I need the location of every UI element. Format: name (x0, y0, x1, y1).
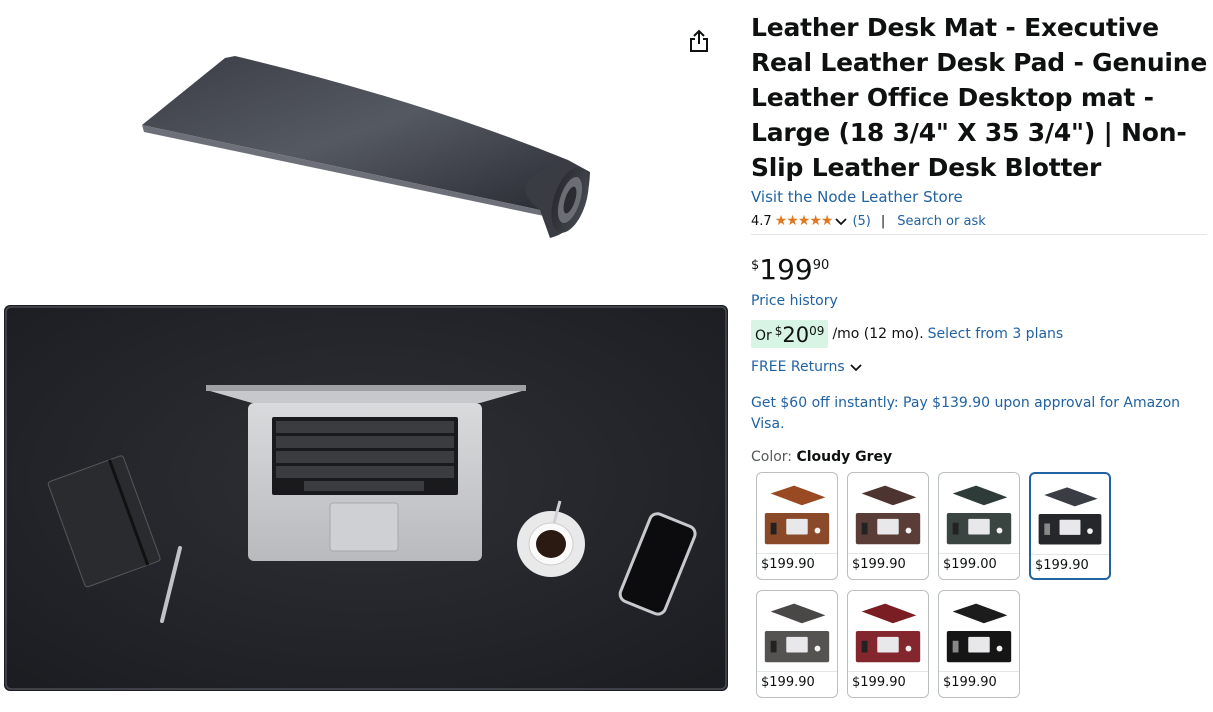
price-whole: 199 (759, 253, 813, 286)
swatch-divider (939, 553, 1019, 554)
share-icon (690, 29, 708, 52)
separator: | (880, 213, 886, 229)
color-swatch[interactable]: $199.90 (938, 590, 1020, 698)
installment-symbol: $ (774, 324, 783, 338)
color-swatch[interactable]: $199.00 (938, 472, 1020, 580)
rating-value: 4.7 (751, 213, 772, 229)
swatch-thumbnail (946, 485, 1012, 545)
swatch-price: $199.90 (761, 557, 815, 572)
color-swatch[interactable]: $199.90 (756, 590, 838, 698)
swatch-thumbnail (1038, 487, 1102, 545)
visa-promo-link[interactable]: Get $60 off instantly: Pay $139.90 upon … (751, 393, 1201, 435)
swatch-price: $199.90 (852, 557, 906, 572)
swatch-divider (848, 671, 928, 672)
swatch-thumbnail (855, 603, 921, 663)
color-value: Cloudy Grey (796, 449, 893, 465)
installment-fraction: 09 (809, 324, 825, 338)
swatch-thumbnail (855, 485, 921, 545)
share-button[interactable] (684, 26, 714, 56)
swatch-divider (757, 671, 837, 672)
swatch-thumbnail (764, 603, 830, 663)
color-label: Color: (751, 449, 793, 465)
swatch-divider (848, 553, 928, 554)
store-link[interactable]: Visit the Node Leather Store (751, 188, 963, 206)
price-symbol: $ (751, 258, 760, 273)
swatch-price: $199.00 (943, 557, 997, 572)
chevron-down-icon[interactable] (834, 214, 848, 228)
product-image-desk-setup[interactable] (4, 305, 728, 691)
rating-row: 4.7 ★★★★★ (5) | Search or ask (751, 213, 986, 229)
color-swatch[interactable]: $199.90 (847, 590, 929, 698)
star-rating[interactable]: ★★★★★ (775, 213, 834, 229)
product-image-rolled-mat[interactable] (120, 40, 610, 270)
installment-term: /mo (12 mo). (832, 326, 924, 342)
color-swatch-selected[interactable]: $199.90 (1029, 472, 1111, 580)
price-fraction: 90 (812, 258, 830, 273)
swatch-price: $199.90 (1035, 558, 1089, 573)
swatch-divider (939, 671, 1019, 672)
color-swatch[interactable]: $199.90 (756, 472, 838, 580)
select-plans-link[interactable]: Select from 3 plans (928, 326, 1064, 342)
chevron-down-icon (850, 364, 862, 372)
image-gallery (0, 0, 740, 712)
review-count-link[interactable]: (5) (852, 214, 870, 229)
search-or-ask-link[interactable]: Search or ask (897, 214, 986, 229)
price: $ 199 90 (751, 254, 829, 286)
color-selection-label: Color: Cloudy Grey (751, 449, 892, 465)
divider (751, 234, 1207, 235)
swatch-thumbnail (946, 603, 1012, 663)
installment-whole: 20 (782, 323, 810, 347)
swatch-divider (757, 553, 837, 554)
swatch-divider (1031, 554, 1109, 555)
swatch-price: $199.90 (761, 675, 815, 690)
free-returns-link[interactable]: FREE Returns (751, 359, 867, 375)
installment-price-badge: Or $ 20 09 (751, 320, 829, 348)
price-history-link[interactable]: Price history (751, 293, 838, 309)
swatch-thumbnail (764, 485, 830, 545)
product-title: Leather Desk Mat - Executive Real Leathe… (751, 13, 1208, 182)
color-swatch[interactable]: $199.90 (847, 472, 929, 580)
free-returns-label: FREE Returns (751, 359, 845, 375)
swatch-price: $199.90 (852, 675, 906, 690)
installment-offer: Or $ 20 09 /mo (12 mo). Select from 3 pl… (751, 320, 1063, 348)
installment-prefix: Or (755, 328, 772, 344)
swatch-price: $199.90 (943, 675, 997, 690)
